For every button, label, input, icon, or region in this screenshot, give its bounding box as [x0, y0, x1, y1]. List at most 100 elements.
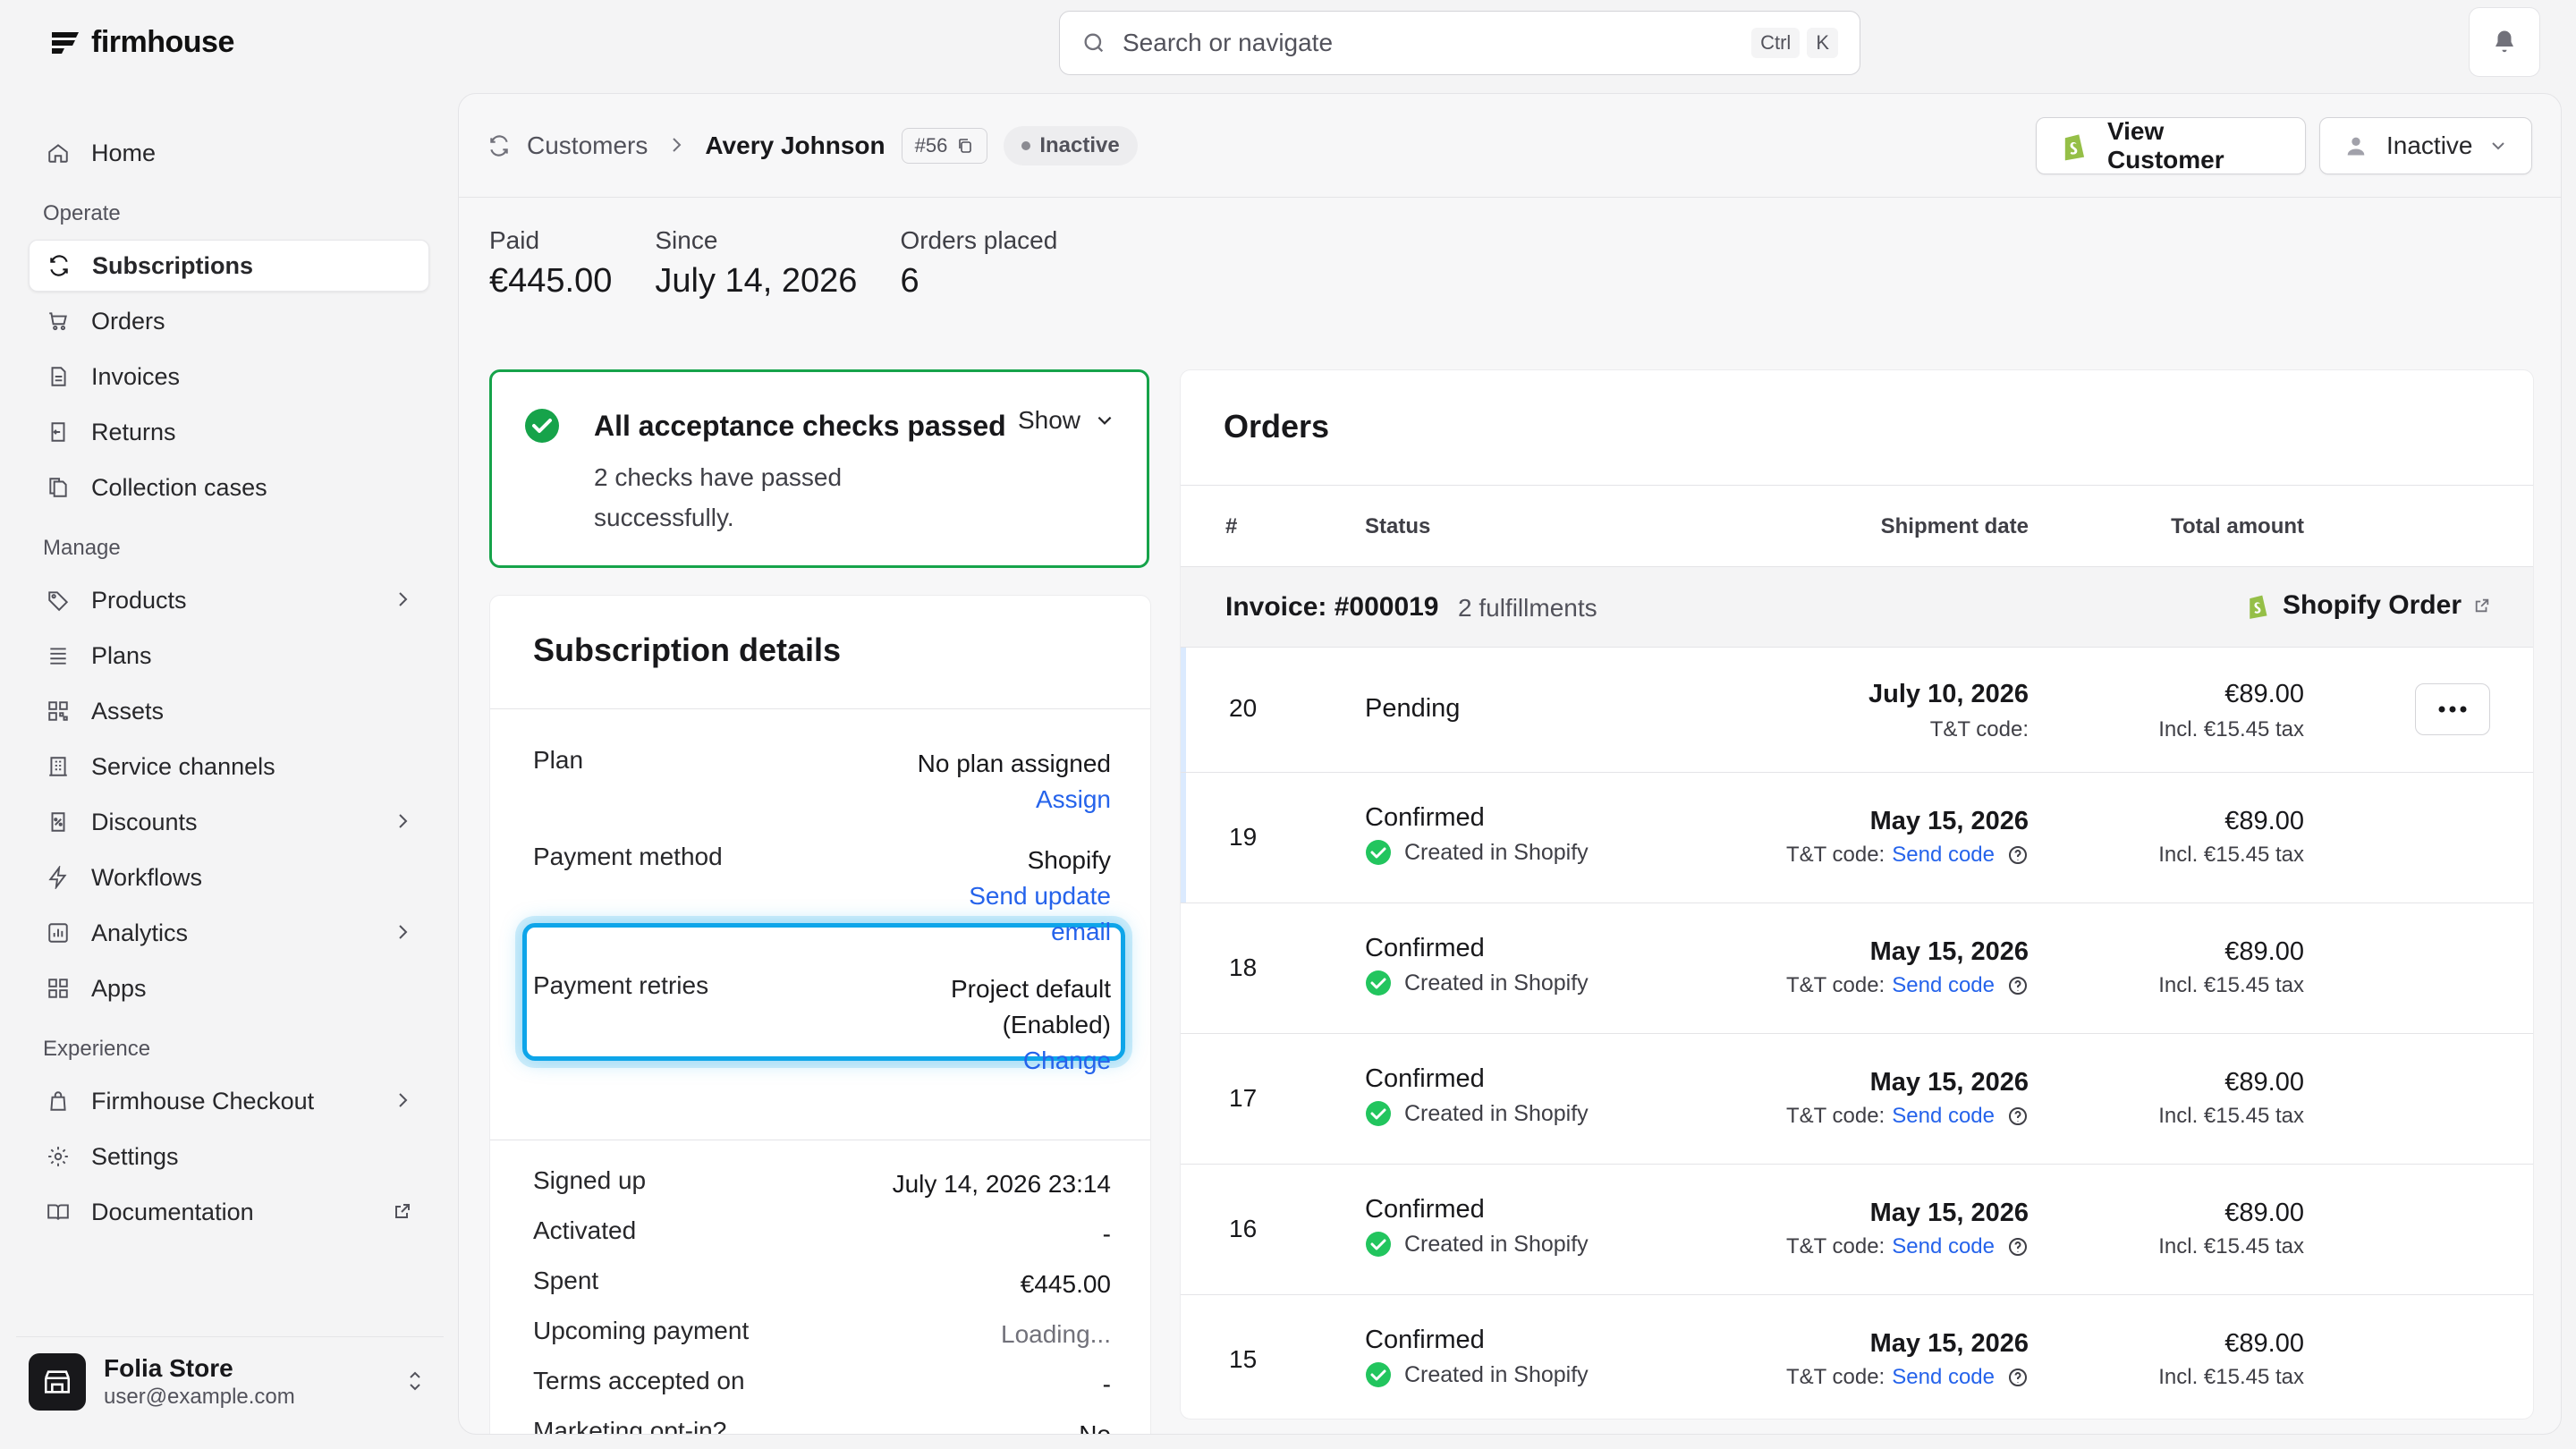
sidebar-item-collection-cases[interactable]: Collection cases [29, 462, 429, 513]
shortcut-key-k: K [1807, 28, 1838, 58]
order-amount: €89.00 [2224, 937, 2304, 966]
view-customer-button[interactable]: View Customer [2036, 117, 2306, 174]
search-placeholder: Search or navigate [1123, 29, 1334, 56]
show-checks-toggle[interactable]: Show [1018, 406, 1114, 435]
order-number: 19 [1229, 823, 1258, 851]
firmhouse-logo[interactable]: firmhouse [48, 25, 234, 60]
files-icon [47, 476, 70, 499]
help-circle-icon[interactable] [2007, 1236, 2029, 1258]
external-link-icon [2475, 598, 2489, 613]
detail-value: July 14, 2026 23:14 [892, 1170, 1111, 1198]
order-status: Pending [1365, 694, 1461, 723]
store-switcher[interactable]: Folia Store user@example.com [16, 1336, 444, 1426]
order-substatus: Created in Shopify [1365, 1231, 1589, 1258]
send-code-link[interactable]: Send code [1892, 1365, 1995, 1390]
order-actions-button[interactable] [2415, 683, 2490, 735]
shortcut-key-ctrl: Ctrl [1751, 28, 1801, 58]
order-number: 17 [1229, 1084, 1258, 1112]
sidebar-item-orders[interactable]: Orders [29, 295, 429, 347]
breadcrumb-customers[interactable]: Customers [527, 131, 648, 160]
main-panel: Customers Avery Johnson #56 Inactive Vie… [458, 93, 2562, 1435]
order-row[interactable]: 17 Confirmed Created in Shopify May 15, … [1181, 1034, 2533, 1165]
send-update-email-link[interactable]: Send update email [932, 878, 1111, 950]
detail-value: - [1102, 1220, 1111, 1248]
help-circle-icon[interactable] [2007, 844, 2029, 866]
brand-name: firmhouse [91, 25, 234, 59]
sidebar-item-discounts[interactable]: Discounts [29, 796, 429, 848]
subscription-details-title: Subscription details [533, 631, 842, 668]
detail-value: Project default [951, 975, 1111, 1003]
acceptance-checks-subtitle: 2 checks have passed successfully. [594, 463, 843, 531]
sidebar-item-products[interactable]: Products [29, 574, 429, 626]
sidebar-item-documentation[interactable]: Documentation [29, 1186, 429, 1238]
acceptance-checks-title: All acceptance checks passed [594, 410, 1006, 442]
order-number: 20 [1229, 694, 1258, 722]
chevron-right-icon [667, 131, 685, 160]
sidebar-item-firmhouse-checkout[interactable]: Firmhouse Checkout [29, 1075, 429, 1127]
sidebar-item-service-channels[interactable]: Service channels [29, 741, 429, 792]
send-code-link[interactable]: Send code [1892, 1234, 1995, 1259]
check-circle-icon [525, 409, 559, 443]
send-code-link[interactable]: Send code [1892, 1104, 1995, 1129]
tracking-code-label: T&T code: [1785, 1234, 1885, 1258]
subscription-id: #56 [914, 133, 948, 157]
sidebar-item-label: Analytics [91, 919, 189, 946]
order-substatus-label: Created in Shopify [1404, 839, 1589, 865]
order-substatus: Created in Shopify [1365, 1100, 1589, 1127]
sidebar-item-settings[interactable]: Settings [29, 1131, 429, 1182]
status-dot-icon [1021, 140, 1031, 150]
stat-value: 6 [900, 262, 919, 300]
stat-label: Since [655, 226, 718, 254]
column-header-total-amount: Total amount [2171, 514, 2304, 538]
stat-value: €445.00 [489, 262, 613, 300]
sidebar-item-apps[interactable]: Apps [29, 962, 429, 1014]
help-circle-icon[interactable] [2007, 1367, 2029, 1388]
search-input[interactable]: Search or navigate Ctrl K [1059, 11, 1860, 75]
orders-table-header: # Status Shipment date Total amount [1181, 485, 2533, 567]
shipment-date: May 15, 2026 [1869, 937, 2029, 966]
order-row[interactable]: 15 Confirmed Created in Shopify May 15, … [1181, 1295, 2533, 1419]
bell-icon [2496, 30, 2513, 53]
sidebar-item-label: Assets [91, 697, 165, 724]
sidebar-item-label: Documentation [91, 1198, 254, 1225]
change-retries-link[interactable]: Change [951, 1043, 1111, 1079]
summary-stats: Paid €445.00 Since July 14, 2026 Orders … [489, 226, 1057, 301]
order-row[interactable]: 16 Confirmed Created in Shopify May 15, … [1181, 1165, 2533, 1295]
tracking-code: T&T code: Send code [1786, 1365, 2029, 1390]
sidebar-item-assets[interactable]: Assets [29, 685, 429, 737]
subscription-state-dropdown[interactable]: Inactive [2319, 117, 2532, 174]
sidebar-item-invoices[interactable]: Invoices [29, 351, 429, 402]
check-circle-icon [1366, 1362, 1391, 1387]
tracking-code: T&T code: [1930, 717, 2029, 742]
order-substatus: Created in Shopify [1365, 1361, 1589, 1388]
send-code-link[interactable]: Send code [1892, 843, 1995, 868]
external-link-icon [394, 1199, 411, 1226]
shopify-order-link[interactable]: Shopify Order [2245, 590, 2490, 621]
subscription-id-badge[interactable]: #56 [901, 127, 988, 164]
order-status: Confirmed [1365, 1326, 1485, 1354]
orders-title: Orders [1224, 408, 1330, 445]
tracking-code: T&T code: Send code [1786, 1234, 2029, 1259]
tracking-code-label: T&T code: [1929, 717, 2029, 741]
notifications-button[interactable] [2469, 7, 2540, 77]
order-status: Confirmed [1365, 1195, 1485, 1224]
fulfillments-count: 2 fulfillments [1458, 594, 1597, 622]
page-title: Avery Johnson [705, 131, 886, 159]
send-code-link[interactable]: Send code [1892, 973, 1995, 998]
sidebar-item-analytics[interactable]: Analytics [29, 907, 429, 959]
row-accent [1181, 773, 1186, 902]
help-circle-icon[interactable] [2007, 975, 2029, 996]
sidebar-item-home[interactable]: Home [29, 127, 429, 179]
order-row[interactable]: 18 Confirmed Created in Shopify May 15, … [1181, 903, 2533, 1034]
order-row[interactable]: 19 Confirmed Created in Shopify May 15, … [1181, 773, 2533, 903]
order-row[interactable]: 20 Pending July 10, 2026 T&T code: €89.0… [1181, 648, 2533, 773]
firmhouse-logo-icon [52, 31, 79, 54]
sidebar-item-workflows[interactable]: Workflows [29, 852, 429, 903]
order-status: Confirmed [1365, 803, 1485, 832]
sidebar-item-returns[interactable]: Returns [29, 406, 429, 458]
sidebar-item-plans[interactable]: Plans [29, 630, 429, 682]
help-circle-icon[interactable] [2007, 1106, 2029, 1127]
sidebar-item-subscriptions[interactable]: Subscriptions [29, 240, 429, 292]
order-substatus: Created in Shopify [1365, 970, 1589, 996]
assign-plan-link[interactable]: Assign [918, 782, 1111, 818]
